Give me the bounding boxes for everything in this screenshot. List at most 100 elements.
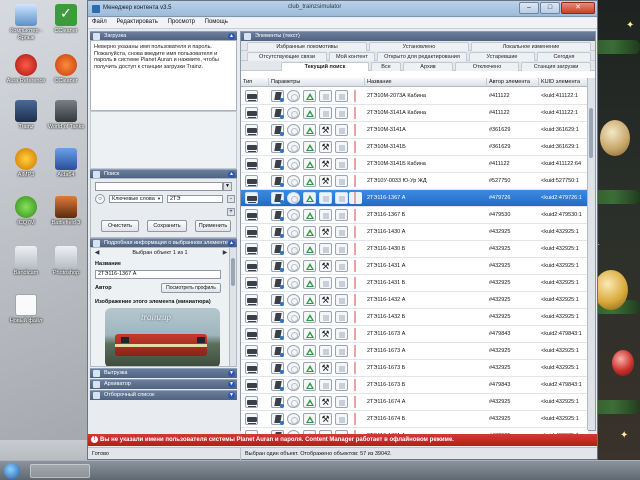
- details-scrollbar[interactable]: [229, 248, 236, 366]
- desktop-icon-aida[interactable]: Aida64: [44, 148, 88, 179]
- view-profile-button[interactable]: Посмотреть профиль: [161, 283, 221, 293]
- column-params[interactable]: Параметры: [269, 78, 365, 87]
- tab-current-search[interactable]: Текущий поиск: [281, 62, 369, 71]
- tab-favorite-locos[interactable]: Избранные локомотивы: [247, 42, 367, 51]
- table-row[interactable]: ⚒ 2ТЭ116-1674 Б #432925 <kuid:432925:1: [241, 411, 588, 428]
- status-circle-icon: [287, 345, 300, 357]
- table-row[interactable]: 2ТЭ116-1367 Б #479530 <kuid2:479530:1: [241, 207, 588, 224]
- tab-installed[interactable]: Установлено: [369, 42, 469, 51]
- chevron-down-icon[interactable]: ▼: [228, 392, 235, 399]
- search-input[interactable]: [95, 182, 223, 191]
- tab-local-modified[interactable]: Локальное изменение: [471, 42, 591, 51]
- archiver-section-header[interactable]: Архиватор ▼: [90, 379, 237, 389]
- apply-button[interactable]: Применить: [195, 220, 231, 232]
- menu-file[interactable]: Файл: [88, 18, 111, 26]
- table-row[interactable]: 2ТЭ116-1367 А #479726 <kuid2:479726:1: [241, 190, 588, 207]
- table-row[interactable]: ⚒ 2ТЭ10М-3141Б Кабина #411122 <kuid:411122:…: [241, 156, 588, 173]
- table-row[interactable]: 2ТЭ116-1673 А #432925 <kuid:432925:1: [241, 343, 588, 360]
- column-author[interactable]: Автор элемента: [487, 78, 539, 87]
- column-name[interactable]: Название: [365, 78, 487, 87]
- chevron-down-icon[interactable]: ▼: [228, 370, 235, 377]
- search-filter-row: ○ Ключевые слова ▼ 2ТЭ -: [95, 194, 235, 204]
- tab-disabled[interactable]: Отключено: [455, 62, 519, 71]
- next-item-arrow-icon[interactable]: ▶: [221, 249, 229, 257]
- table-row[interactable]: ⚒ 2ТЭ116-1430 А #432925 <kuid:432925:1: [241, 224, 588, 241]
- table-row[interactable]: 2ТЭ116-1430 Б #432925 <kuid:432925:1: [241, 241, 588, 258]
- chevron-up-icon[interactable]: ▲: [228, 171, 235, 178]
- desktop-icon-trainz[interactable]: Trainz: [4, 100, 48, 131]
- table-row[interactable]: ⚒ 2ТЭ10М-3141А #361629 <kuid:361629:1: [241, 122, 588, 139]
- checkbox-icon: [335, 209, 348, 221]
- picklist-section-header[interactable]: Отборочный список ▼: [90, 390, 237, 400]
- clear-button[interactable]: Очистить: [101, 220, 139, 232]
- title-bar[interactable]: Менеджер контента v3.5 club_trainzsimula…: [88, 1, 597, 17]
- tab-missing-deps[interactable]: Отсутствующие связи: [247, 52, 327, 61]
- search-query-input[interactable]: 2ТЭ: [167, 195, 223, 203]
- search-kind-select[interactable]: Ключевые слова ▼: [109, 195, 163, 203]
- desktop-icon-photoshop[interactable]: Photoshop: [44, 246, 88, 277]
- table-row[interactable]: ⚒ 2ТЭ116-1432 А #432925 <kuid:432925:1: [241, 292, 588, 309]
- stripe-icon: [349, 192, 362, 204]
- desktop-icon-wot[interactable]: World of Tanks: [44, 100, 88, 131]
- menu-view[interactable]: Просмотр: [164, 18, 199, 26]
- menu-help[interactable]: Помощь: [201, 18, 232, 26]
- search-dropdown-button[interactable]: ▼: [223, 182, 232, 191]
- scrollbar-thumb[interactable]: [231, 258, 235, 286]
- table-row[interactable]: ⚒ 2ТЭ10М-3141Б #361629 <kuid:361629:1: [241, 139, 588, 156]
- column-type[interactable]: Тип: [241, 78, 269, 87]
- table-row[interactable]: 2ТЭ116-1431 Б #432925 <kuid:432925:1: [241, 275, 588, 292]
- desktop-icon-ccleaner-2[interactable]: CCleaner: [44, 54, 88, 85]
- table-row[interactable]: ⚒ 2ТЭ116-1673 А #479843 <kuid2:479843:1: [241, 326, 588, 343]
- chevron-up-icon[interactable]: ▲: [228, 240, 235, 247]
- table-row[interactable]: 2ТЭ116-1432 Б #432925 <kuid:432925:1: [241, 309, 588, 326]
- maximize-button[interactable]: □: [540, 2, 560, 14]
- details-section-header[interactable]: Подробная информация о выбранном элемент…: [90, 238, 237, 247]
- table-row[interactable]: 2ТЭ10М-2073А Кабина #411122 <kuid:411122:1: [241, 88, 588, 105]
- add-filter-button[interactable]: +: [227, 208, 235, 216]
- table-row[interactable]: ⚒ 2ТЭ116-1674 А #432925 <kuid:432925:1: [241, 394, 588, 411]
- taskbar-item-content-manager[interactable]: [30, 464, 90, 478]
- desktop-icon-bf3[interactable]: Battlefield 3: [44, 196, 88, 227]
- tab-archive[interactable]: Архив: [403, 62, 453, 71]
- close-button[interactable]: ✕: [561, 2, 595, 14]
- chevron-down-icon[interactable]: ▼: [228, 381, 235, 388]
- desktop-icon-file[interactable]: Новый файл: [4, 294, 48, 325]
- tab-all[interactable]: Все: [371, 62, 401, 71]
- tab-my-content[interactable]: Мой контент: [329, 52, 375, 61]
- table-row[interactable]: 2ТЭ10М-3141А Кабина #411122 <kuid:411122:1: [241, 105, 588, 122]
- desktop-icon-aura[interactable]: Aura Reference: [4, 54, 48, 85]
- tab-open-for-edit[interactable]: Открыто для редактирования: [377, 52, 467, 61]
- tab-today[interactable]: Сегодня: [537, 52, 591, 61]
- table-row[interactable]: 2ТЭ116-1673 Б #479843 <kuid2:479843:1: [241, 377, 588, 394]
- menu-edit[interactable]: Редактировать: [112, 18, 161, 26]
- desktop-icon-icq[interactable]: ICQ7M: [4, 196, 48, 227]
- desktop-icon-aimp[interactable]: AIMP3: [4, 148, 48, 179]
- column-kuid[interactable]: KUID элемента: [539, 78, 589, 87]
- desktop-icon-ccleaner[interactable]: ✓ CCleaner: [44, 4, 88, 35]
- desktop-icon-computer[interactable]: Компьютер - Ярлык: [4, 4, 48, 41]
- filter-toggle-button[interactable]: ○: [95, 194, 105, 204]
- remove-filter-button[interactable]: -: [227, 195, 235, 203]
- desktop-icon-bandicam[interactable]: Bandicam: [4, 246, 48, 277]
- list-icon: [244, 33, 251, 40]
- content-scrollbar[interactable]: [587, 78, 595, 430]
- minimize-button[interactable]: –: [519, 2, 539, 14]
- tab-download-station[interactable]: Станция загрузки: [521, 62, 591, 71]
- scrollbar-thumb[interactable]: [589, 108, 593, 158]
- thumbnail-image: trainzup: [105, 308, 220, 366]
- tab-obsolete[interactable]: Устаревшие: [469, 52, 535, 61]
- installed-triangle-icon: [303, 294, 316, 306]
- search-section-header[interactable]: Поиск ▲: [90, 169, 237, 178]
- save-search-button[interactable]: Сохранить: [147, 220, 187, 232]
- table-row[interactable]: ⚒ 2ТЭ10У-0033 Ю-Ур ЖД #527750 <kuid:527750:…: [241, 173, 588, 190]
- cell-author: #432925: [489, 280, 511, 286]
- table-row[interactable]: ⚒ 2ТЭ116-1673 Б #432925 <kuid:432925:1: [241, 360, 588, 377]
- start-button[interactable]: [4, 463, 20, 479]
- content-list-header: Элементы (текст): [241, 32, 595, 41]
- login-section-header[interactable]: Загрузка ▲: [90, 31, 237, 40]
- name-field[interactable]: 2ТЭ116-1367 А: [95, 270, 221, 279]
- chevron-up-icon[interactable]: ▲: [228, 33, 235, 40]
- upload-section-header[interactable]: Выгрузка ▼: [90, 368, 237, 378]
- table-row[interactable]: ⚒ 2ТЭ116-1431 А #432925 <kuid:432925:1: [241, 258, 588, 275]
- installed-triangle-icon: [303, 396, 316, 408]
